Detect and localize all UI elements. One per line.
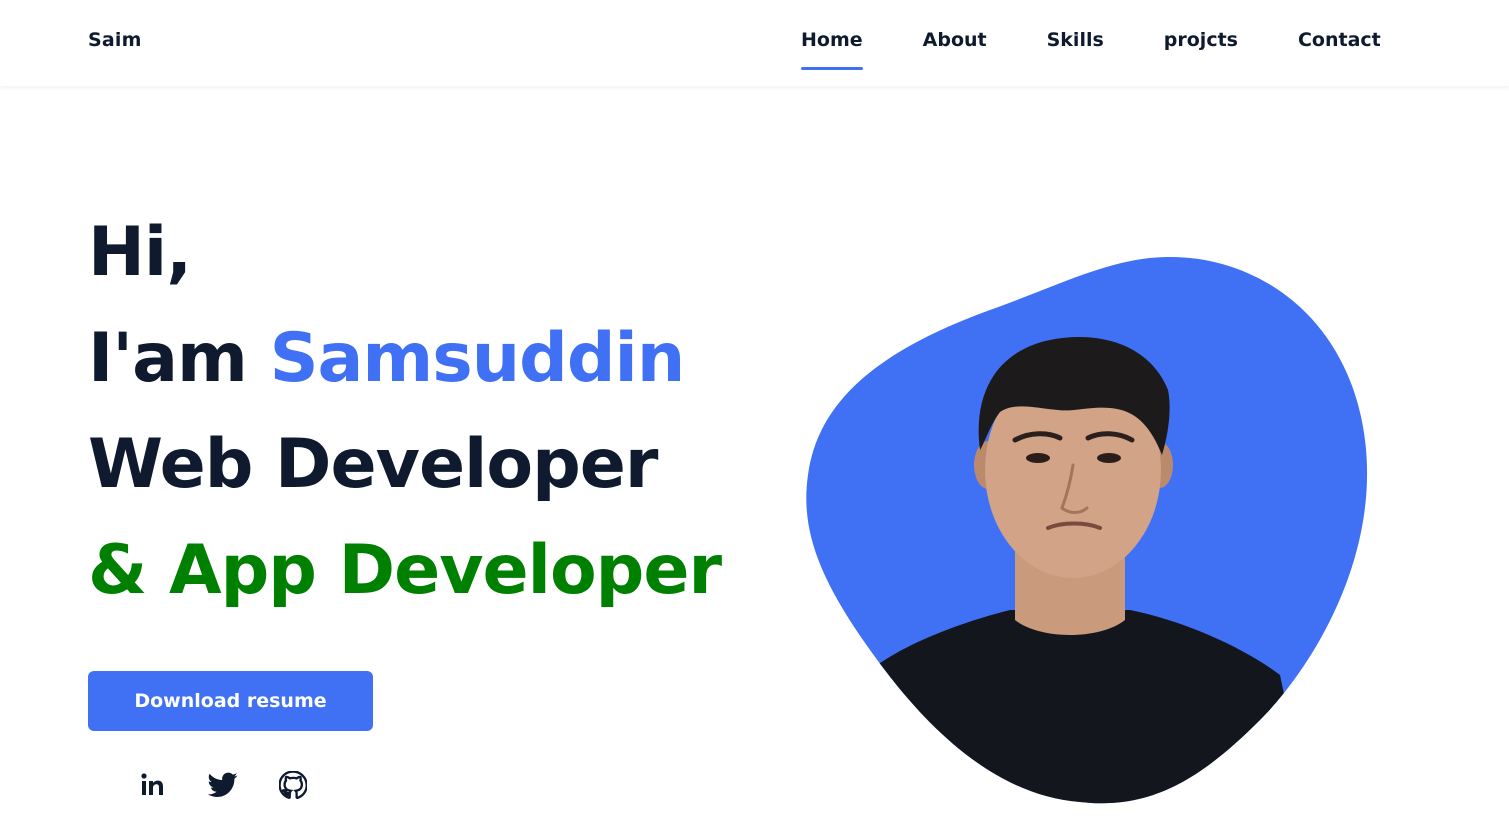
nav-projects[interactable]: projcts	[1164, 29, 1238, 51]
github-icon[interactable]	[278, 770, 308, 800]
twitter-icon[interactable]	[208, 770, 238, 800]
nav-home[interactable]: Home	[801, 29, 863, 70]
twitter-glyph	[208, 772, 238, 797]
social-links	[138, 770, 308, 800]
github-glyph	[279, 771, 307, 799]
logo[interactable]: Saim	[88, 29, 142, 51]
nav-contact[interactable]: Contact	[1298, 29, 1381, 51]
name-prefix: I'am	[88, 319, 248, 398]
greeting-line: Hi,	[88, 213, 192, 292]
linkedin-icon[interactable]	[138, 770, 168, 800]
name-line: I'am Samsuddin	[88, 306, 768, 412]
linkedin-glyph	[141, 773, 163, 795]
site-header: Saim Home About Skills projcts Contact	[0, 0, 1509, 86]
main-nav: Home About Skills projcts Contact	[801, 29, 1381, 70]
nav-about[interactable]: About	[923, 29, 987, 51]
person-name: Samsuddin	[269, 319, 686, 398]
role-web-developer: Web Developer	[88, 425, 658, 504]
download-resume-button[interactable]: Download resume	[88, 671, 373, 731]
role-app-developer: & App Developer	[88, 531, 722, 610]
profile-picture	[790, 250, 1390, 820]
nav-skills[interactable]: Skills	[1047, 29, 1104, 51]
profile-blob-svg	[806, 256, 1368, 804]
hero-heading: Hi, I'am Samsuddin Web Developer & App D…	[88, 200, 768, 624]
